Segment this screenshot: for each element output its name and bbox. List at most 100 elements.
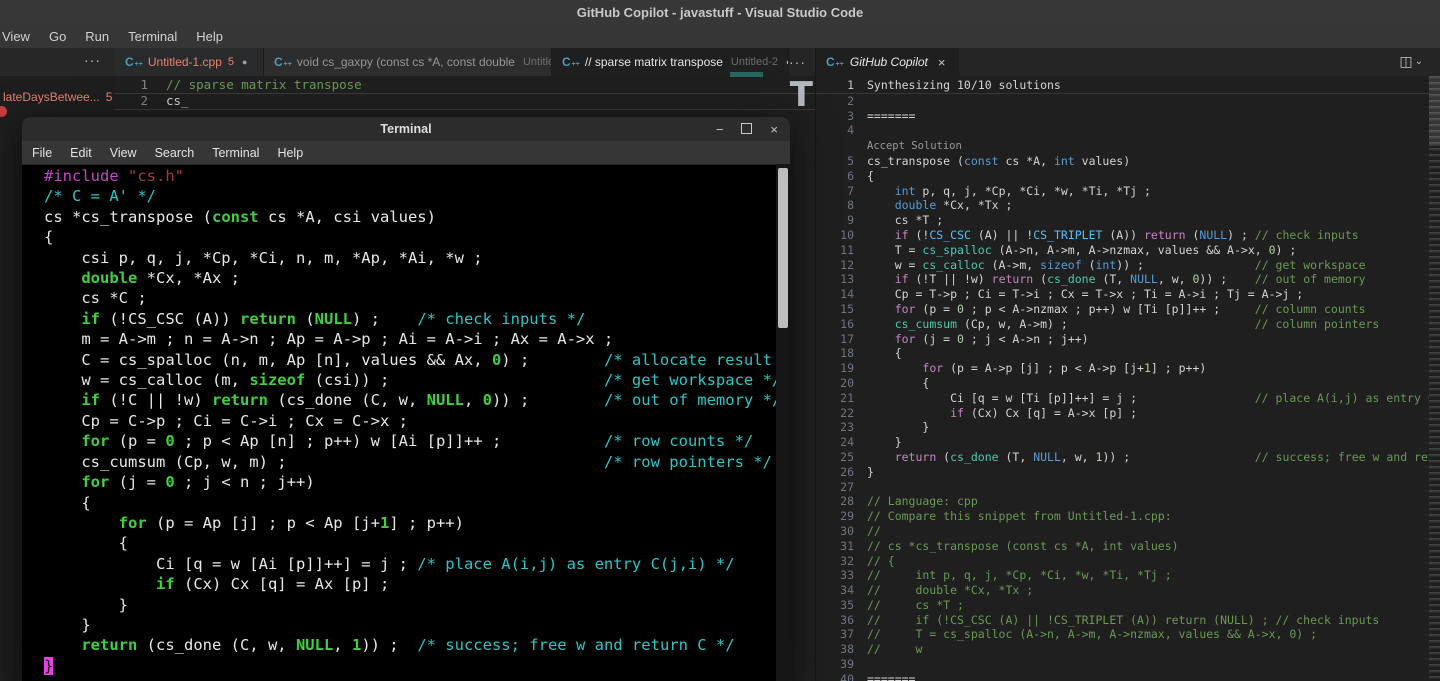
terminal-menu-file[interactable]: File bbox=[32, 146, 52, 160]
line-number: 28 bbox=[816, 494, 854, 509]
breadcrumb[interactable]: lateDaysBetwee...5 bbox=[0, 90, 115, 104]
line-number: 11 bbox=[816, 243, 854, 258]
line-number: 33 bbox=[816, 568, 854, 583]
line-number: 16 bbox=[816, 317, 854, 332]
more-actions-icon[interactable]: ··· bbox=[84, 52, 101, 68]
code-line: 7 int p, q, j, *Cp, *Ci, *w, *Ti, *Tj ; bbox=[816, 184, 1429, 199]
code-line: /* C = A' */ bbox=[26, 186, 776, 206]
maximize-square bbox=[741, 123, 752, 134]
minimap[interactable] bbox=[1429, 76, 1440, 681]
code-line: return (cs_done (C, w, NULL, 1)) ; /* su… bbox=[26, 635, 776, 655]
terminal-menu-help[interactable]: Help bbox=[277, 146, 303, 160]
code-line: for (j = 0 ; j < n ; j++) bbox=[26, 472, 776, 492]
line-number: 30 bbox=[816, 524, 854, 539]
line-number: 2 bbox=[115, 94, 148, 109]
accept-solution-link[interactable]: Accept Solution bbox=[867, 140, 962, 152]
window-controls: − × bbox=[716, 117, 778, 141]
line-number: 21 bbox=[816, 391, 854, 406]
copilot-content[interactable]: 1Synthesizing 10/10 solutions23=======4A… bbox=[816, 76, 1429, 681]
close-icon[interactable]: × bbox=[770, 122, 778, 137]
terminal-menu-search[interactable]: Search bbox=[155, 146, 195, 160]
close-icon[interactable]: × bbox=[938, 55, 946, 70]
scrollbar-thumb[interactable] bbox=[778, 168, 788, 328]
code-line: #include "cs.h" bbox=[26, 166, 776, 186]
line-number: 18 bbox=[816, 346, 854, 361]
code-line: 1Synthesizing 10/10 solutions bbox=[816, 78, 1429, 94]
terminal-window[interactable]: Terminal − × File Edit View Search Termi… bbox=[22, 117, 790, 681]
tab-error-badge: 5 bbox=[228, 56, 234, 68]
code-line: m = A->m ; n = A->n ; Ap = A->p ; Ai = A… bbox=[26, 329, 776, 349]
editor-actions-icon[interactable]: ··· bbox=[789, 54, 806, 70]
code-line: 13 if (!T || !w) return (cs_done (T, NUL… bbox=[816, 272, 1429, 287]
line-number: 13 bbox=[816, 272, 854, 287]
code-line: if (!C || !w) return (cs_done (C, w, NUL… bbox=[26, 390, 776, 410]
code-line: 22 if (Cx) Cx [q] = A->x [p] ; bbox=[816, 406, 1429, 421]
menu-terminal[interactable]: Terminal bbox=[128, 29, 177, 44]
tab-bar: C++ Untitled-1.cpp 5 ● C++ void cs_gaxpy… bbox=[115, 48, 815, 76]
tab-cs-gaxpy[interactable]: C++ void cs_gaxpy (const cs *A, const do… bbox=[264, 48, 552, 76]
terminal-content[interactable]: #include "cs.h"/* C = A' */cs *cs_transp… bbox=[22, 164, 776, 681]
code-line: 31// cs *cs_transpose (const cs *A, int … bbox=[816, 539, 1429, 554]
copilot-tab-bar: C++ GitHub Copilot × ◫ ⌄ bbox=[816, 48, 1440, 76]
code-line: 20 { bbox=[816, 376, 1429, 391]
code-line: 29// Compare this snippet from Untitled-… bbox=[816, 509, 1429, 524]
code-line: { bbox=[26, 493, 776, 513]
split-glyph: ◫ bbox=[1399, 53, 1412, 70]
tab-label: Untitled-1.cpp bbox=[148, 55, 222, 69]
window-titlebar[interactable]: GitHub Copilot - javastuff - Visual Stud… bbox=[0, 0, 1440, 25]
tab-untitled-1-cpp[interactable]: C++ Untitled-1.cpp 5 ● bbox=[115, 48, 264, 76]
code-line: 34// double *Cx, *Tx ; bbox=[816, 583, 1429, 598]
line-number: 1 bbox=[115, 78, 148, 93]
tab-github-copilot[interactable]: C++ GitHub Copilot × bbox=[816, 48, 959, 76]
code-line: cs *C ; bbox=[26, 288, 776, 308]
line-number: 3 bbox=[816, 109, 854, 124]
line-number: 20 bbox=[816, 376, 854, 391]
line-number: 10 bbox=[816, 228, 854, 243]
maximize-icon[interactable] bbox=[741, 122, 752, 137]
code-line: } bbox=[26, 615, 776, 635]
code-line: 14 Cp = T->p ; Ci = T->i ; Cx = T->x ; T… bbox=[816, 287, 1429, 302]
line-number: 37 bbox=[816, 627, 854, 642]
minimize-icon[interactable]: − bbox=[716, 122, 724, 137]
code-line: 10 if (!CS_CSC (A) || !CS_TRIPLET (A)) r… bbox=[816, 228, 1429, 243]
line-number: 9 bbox=[816, 213, 854, 228]
window-title: GitHub Copilot - javastuff - Visual Stud… bbox=[577, 5, 863, 20]
code-line: cs_cumsum (Cp, w, m) ; /* row pointers *… bbox=[26, 452, 776, 472]
terminal-titlebar[interactable]: Terminal − × bbox=[22, 117, 790, 141]
code-line: 18 { bbox=[816, 346, 1429, 361]
terminal-scrollbar[interactable] bbox=[776, 164, 790, 681]
menu-run[interactable]: Run bbox=[85, 29, 109, 44]
modified-dot-icon[interactable]: ● bbox=[242, 57, 247, 67]
tab-detail: Untitled-2 bbox=[731, 56, 778, 68]
tab-label: GitHub Copilot bbox=[850, 55, 928, 69]
code-line: 23 } bbox=[816, 420, 1429, 435]
code-line: double *Cx, *Ax ; bbox=[26, 268, 776, 288]
terminal-menu-terminal[interactable]: Terminal bbox=[212, 146, 259, 160]
error-dot-icon bbox=[0, 106, 7, 117]
line-number: 24 bbox=[816, 435, 854, 450]
menu-bar: View Go Run Terminal Help bbox=[0, 25, 1440, 48]
line-number: 14 bbox=[816, 287, 854, 302]
line-number: 1 bbox=[816, 78, 854, 93]
menu-go[interactable]: Go bbox=[49, 29, 66, 44]
code-line: C = cs_spalloc (n, m, Ap [n], values && … bbox=[26, 350, 776, 370]
line-number: 39 bbox=[816, 657, 854, 672]
menu-help[interactable]: Help bbox=[196, 29, 223, 44]
line-number: 31 bbox=[816, 539, 854, 554]
terminal-menu-edit[interactable]: Edit bbox=[70, 146, 92, 160]
terminal-menu-view[interactable]: View bbox=[110, 146, 137, 160]
line-number: 2 bbox=[816, 94, 854, 109]
line-number: 29 bbox=[816, 509, 854, 524]
menu-view[interactable]: View bbox=[2, 29, 30, 44]
line-number: 23 bbox=[816, 420, 854, 435]
code-line: 17 for (j = 0 ; j < A->n ; j++) bbox=[816, 332, 1429, 347]
code-line: Ci [q = w [Ai [p]]++] = j ; /* place A(i… bbox=[26, 554, 776, 574]
tab-label: void cs_gaxpy (const cs *A, const double bbox=[297, 55, 515, 69]
code-line: 5cs_transpose (const cs *A, int values) bbox=[816, 154, 1429, 169]
split-editor-icon[interactable]: ◫ ⌄ bbox=[1399, 53, 1423, 70]
code-line: 32// { bbox=[816, 554, 1429, 569]
line-number: 40 bbox=[816, 672, 854, 681]
code-line: w = cs_calloc (m, sizeof (csi)) ; /* get… bbox=[26, 370, 776, 390]
minimap-slider[interactable] bbox=[1429, 76, 1440, 146]
code-line: 36// if (!CS_CSC (A) || !CS_TRIPLET (A))… bbox=[816, 613, 1429, 628]
